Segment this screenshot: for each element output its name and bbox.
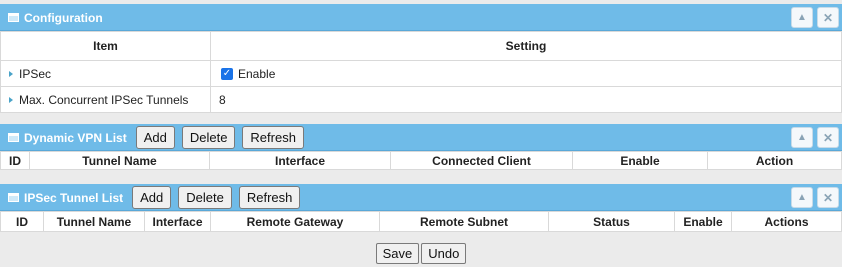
column-enable: Enable (674, 211, 732, 232)
column-interface: Interface (209, 151, 391, 170)
column-interface: Interface (144, 211, 211, 232)
bullet-icon (9, 71, 13, 78)
ipsec-tunnel-table: ID Tunnel Name Interface Remote Gateway … (0, 211, 842, 232)
undo-button[interactable]: Undo (421, 243, 467, 264)
ipsec-tunnel-header: IPSec Tunnel List Add Delete Refresh ▲ ✕ (0, 184, 842, 211)
bullet-icon (9, 97, 13, 104)
configuration-panel: Configuration ▲ ✕ Item Setting IPSec ✓ En… (0, 4, 842, 113)
dynamic-vpn-table: ID Tunnel Name Interface Connected Clien… (0, 151, 842, 170)
row-label-max-tunnels: Max. Concurrent IPSec Tunnels (0, 86, 211, 113)
ipsec-refresh-button[interactable]: Refresh (238, 186, 301, 209)
window-icon (8, 13, 19, 22)
column-setting: Setting (210, 31, 842, 61)
ipsec-tunnel-title: IPSec Tunnel List (24, 190, 124, 205)
dynamic-vpn-refresh-button[interactable]: Refresh (242, 126, 304, 149)
dynamic-vpn-add-button[interactable]: Add (135, 126, 175, 149)
ipsec-enable-setting: ✓ Enable (210, 60, 842, 87)
collapse-icon[interactable]: ▲ (791, 127, 813, 148)
window-icon (8, 193, 19, 202)
dynamic-vpn-header: Dynamic VPN List Add Delete Refresh ▲ ✕ (0, 124, 842, 151)
column-item: Item (0, 31, 211, 61)
column-tunnel-name: Tunnel Name (43, 211, 145, 232)
close-icon[interactable]: ✕ (817, 127, 839, 148)
save-button[interactable]: Save (375, 243, 420, 264)
configuration-table: Item Setting IPSec ✓ Enable Max. Concurre… (0, 31, 842, 113)
collapse-icon[interactable]: ▲ (791, 187, 813, 208)
column-id: ID (0, 211, 44, 232)
max-tunnels-value: 8 (210, 86, 842, 113)
ipsec-enable-checkbox[interactable]: ✓ (221, 68, 233, 81)
column-actions: Actions (731, 211, 842, 232)
dynamic-vpn-panel: Dynamic VPN List Add Delete Refresh ▲ ✕ … (0, 124, 842, 170)
collapse-icon[interactable]: ▲ (791, 7, 813, 28)
column-tunnel-name: Tunnel Name (29, 151, 210, 170)
ipsec-add-button[interactable]: Add (132, 186, 172, 209)
configuration-title: Configuration (24, 10, 103, 25)
column-status: Status (548, 211, 675, 232)
footer-actions: Save Undo (0, 243, 842, 264)
row-label-ipsec: IPSec (0, 60, 211, 87)
column-action: Action (707, 151, 842, 170)
table-row: Max. Concurrent IPSec Tunnels 8 (0, 86, 842, 113)
column-id: ID (0, 151, 30, 170)
column-connected-client: Connected Client (390, 151, 573, 170)
configuration-header: Configuration ▲ ✕ (0, 4, 842, 31)
column-remote-gateway: Remote Gateway (210, 211, 380, 232)
column-remote-subnet: Remote Subnet (379, 211, 549, 232)
window-icon (8, 133, 19, 142)
close-icon[interactable]: ✕ (817, 7, 839, 28)
close-icon[interactable]: ✕ (817, 187, 839, 208)
table-row: IPSec ✓ Enable (0, 60, 842, 87)
ipsec-tunnel-panel: IPSec Tunnel List Add Delete Refresh ▲ ✕… (0, 184, 842, 232)
ipsec-delete-button[interactable]: Delete (178, 186, 232, 209)
ipsec-enable-label: Enable (238, 66, 276, 81)
dynamic-vpn-delete-button[interactable]: Delete (181, 126, 236, 149)
column-enable: Enable (572, 151, 708, 170)
dynamic-vpn-title: Dynamic VPN List (24, 130, 127, 145)
